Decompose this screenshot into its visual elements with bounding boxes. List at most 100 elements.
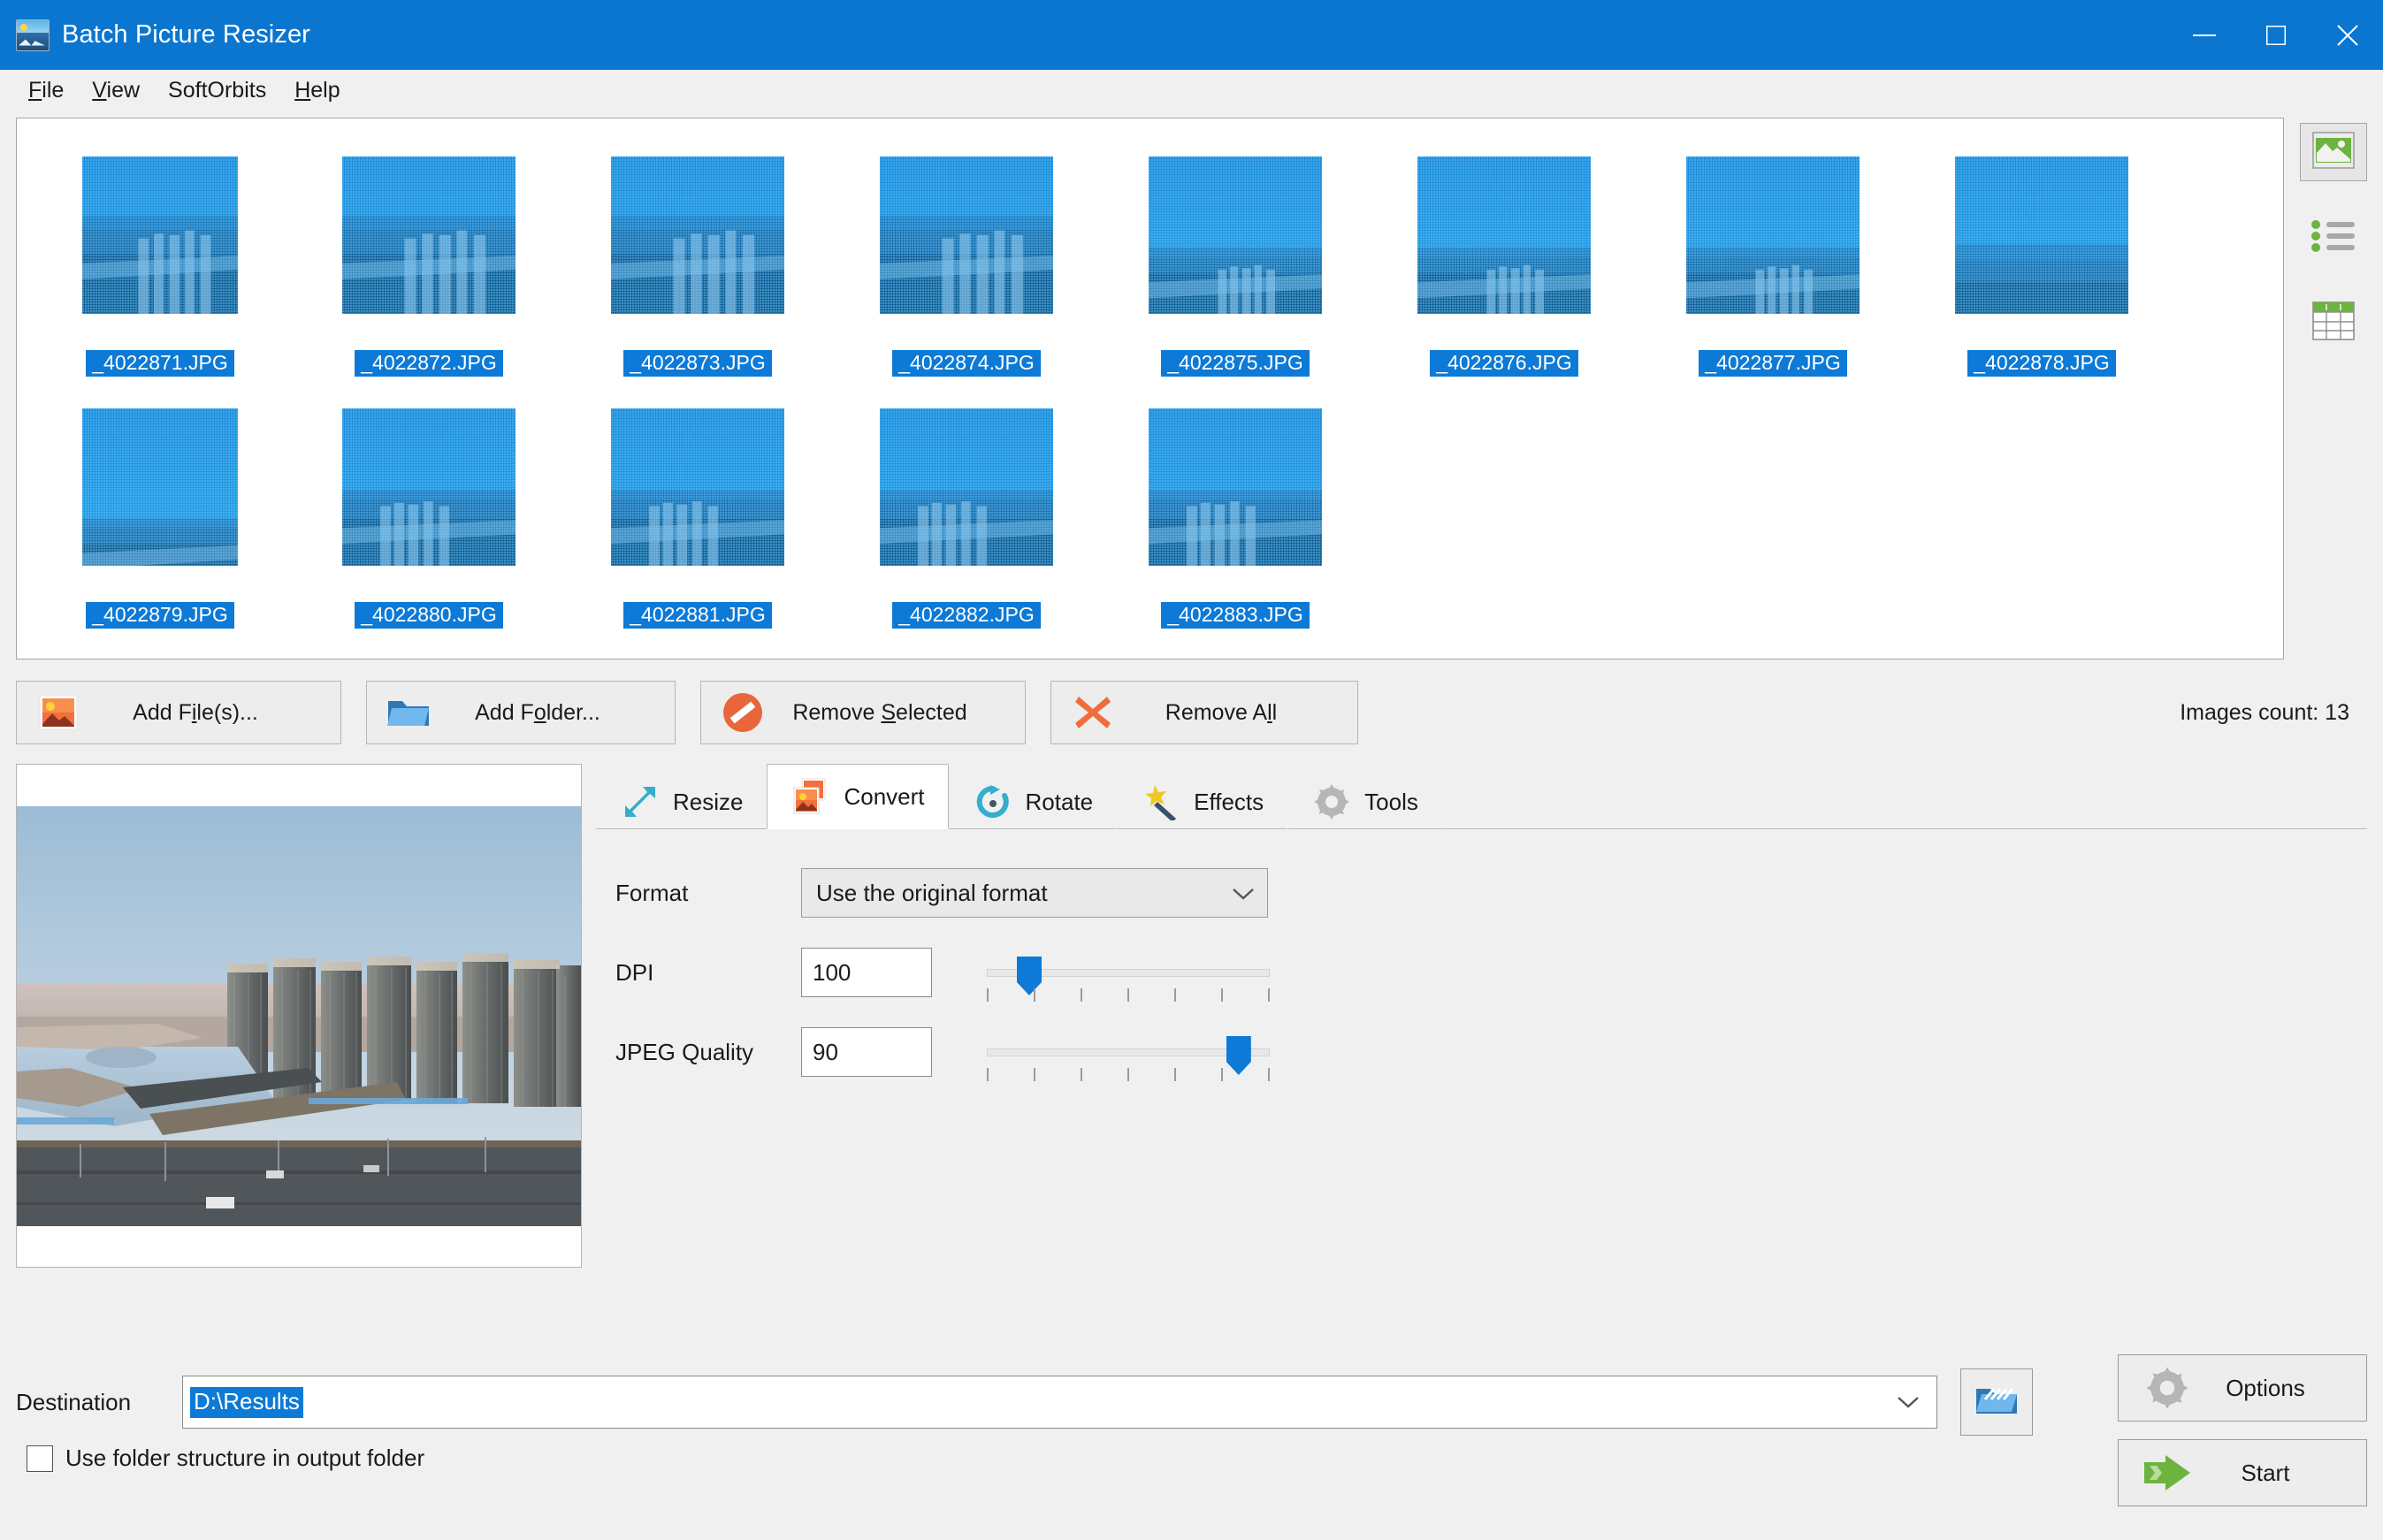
remove-all-button[interactable]: Remove All <box>1050 681 1358 744</box>
thumbnail-image <box>564 381 831 593</box>
tab-effects[interactable]: Effects <box>1117 774 1288 829</box>
menu-view[interactable]: View <box>78 76 154 105</box>
dpi-label: DPI <box>615 958 654 986</box>
start-button[interactable]: Start <box>2118 1439 2367 1506</box>
thumbnail-item[interactable]: _4022880.JPG <box>294 377 563 629</box>
thumbnail-view-button[interactable] <box>2300 123 2367 181</box>
thumbnail-image <box>833 129 1100 341</box>
list-icon <box>2310 219 2356 257</box>
thumbnail-label: _4022881.JPG <box>623 602 772 629</box>
red-x-icon <box>1067 691 1119 734</box>
thumbnail-label: _4022883.JPG <box>1161 602 1310 629</box>
destination-dropdown-icon[interactable] <box>1889 1395 1928 1409</box>
preview-image <box>17 805 581 1226</box>
destination-label: Destination <box>16 1388 132 1415</box>
magic-wand-icon <box>1141 781 1181 822</box>
tab-tools[interactable]: Tools <box>1287 774 1442 829</box>
jpeg-quality-slider-ticks <box>987 1068 1270 1082</box>
thumbnail-item[interactable]: _4022872.JPG <box>294 126 563 377</box>
thumbnail-item[interactable]: _4022871.JPG <box>26 126 294 377</box>
thumbnail-image <box>1102 129 1369 341</box>
chevron-down-icon <box>1232 880 1255 907</box>
maximize-button[interactable] <box>2240 0 2311 70</box>
thumbnail-item[interactable]: _4022878.JPG <box>1907 126 2176 377</box>
format-select[interactable]: Use the original format <box>801 868 1268 918</box>
application-window: Batch Picture Resizer File View SoftOrbi… <box>0 0 2383 1540</box>
use-folder-structure-label: Use folder structure in output folder <box>65 1445 425 1471</box>
file-actions-toolbar: Add File(s)... Add Folder... Remove Sele… <box>16 681 2383 744</box>
green-arrow-icon <box>2136 1453 2198 1492</box>
use-folder-structure-checkbox[interactable]: Use folder structure in output folder <box>27 1445 424 1472</box>
minimize-button[interactable] <box>2168 0 2240 70</box>
gear-icon <box>1311 781 1352 822</box>
jpeg-quality-input[interactable]: 90 <box>801 1027 932 1077</box>
tab-rotate[interactable]: Rotate <box>948 774 1118 829</box>
convert-image-icon <box>791 776 831 817</box>
rotate-icon <box>973 781 1013 822</box>
thumbnail-item[interactable]: _4022875.JPG <box>1101 126 1370 377</box>
folder-icon <box>383 694 434 731</box>
thumbnail-item[interactable]: _4022879.JPG <box>26 377 294 629</box>
format-row: Format Use the original format <box>615 868 2367 918</box>
thumbnail-item[interactable]: _4022877.JPG <box>1638 126 1907 377</box>
dpi-slider[interactable] <box>987 948 1270 1002</box>
thumbnail-item[interactable]: _4022874.JPG <box>832 126 1101 377</box>
thumbnail-label: _4022880.JPG <box>355 602 503 629</box>
remove-all-label: Remove All <box>1165 699 1278 725</box>
thumbnail-image <box>1639 129 1906 341</box>
browse-folder-button[interactable] <box>1960 1368 2033 1436</box>
thumbnail-label: _4022875.JPG <box>1161 350 1310 377</box>
thumbnail-image <box>564 129 831 341</box>
list-view-button[interactable] <box>2301 210 2366 266</box>
window-title: Batch Picture Resizer <box>62 20 310 49</box>
jpeg-quality-slider[interactable] <box>987 1027 1270 1081</box>
add-folder-label: Add Folder... <box>475 699 600 725</box>
thumbnail-item[interactable]: _4022883.JPG <box>1101 377 1370 629</box>
tab-resize[interactable]: Resize <box>596 774 768 829</box>
title-bar: Batch Picture Resizer <box>0 0 2383 70</box>
table-icon <box>2312 301 2355 345</box>
format-label: Format <box>615 879 689 906</box>
jpeg-quality-label: JPEG Quality <box>615 1038 754 1065</box>
thumbnail-image <box>1371 129 1638 341</box>
options-button[interactable]: Options <box>2118 1354 2367 1422</box>
tab-effects-label: Effects <box>1194 788 1264 815</box>
checkbox-box[interactable] <box>27 1445 53 1472</box>
menu-softorbits[interactable]: SoftOrbits <box>154 76 280 105</box>
thumbnail-item[interactable]: _4022876.JPG <box>1370 126 1638 377</box>
menu-bar: File View SoftOrbits Help <box>0 70 2383 111</box>
add-files-label: Add File(s)... <box>133 699 258 725</box>
thumbnail-image <box>27 381 294 593</box>
menu-help[interactable]: Help <box>280 76 354 105</box>
thumbnail-list[interactable]: _4022871.JPG _4022872.JPG _4022873.JPG _402… <box>16 118 2284 659</box>
view-mode-strip <box>2293 118 2374 659</box>
tab-convert-label: Convert <box>844 782 925 810</box>
close-button[interactable] <box>2311 0 2383 70</box>
thumbnail-image <box>1908 129 2175 341</box>
remove-selected-button[interactable]: Remove Selected <box>700 681 1026 744</box>
thumbnail-label: _4022878.JPG <box>1967 350 2116 377</box>
thumbnail-label: _4022872.JPG <box>355 350 503 377</box>
jpeg-quality-row: JPEG Quality 90 <box>615 1027 2367 1081</box>
dpi-input[interactable]: 100 <box>801 948 932 997</box>
thumbnail-item[interactable]: _4022882.JPG <box>832 377 1101 629</box>
details-view-button[interactable] <box>2301 294 2366 351</box>
thumbnail-label: _4022879.JPG <box>86 602 234 629</box>
preview-panel <box>16 764 582 1268</box>
destination-input[interactable]: D:\Results <box>182 1376 1937 1429</box>
thumbnail-item[interactable]: _4022873.JPG <box>563 126 832 377</box>
tab-convert[interactable]: Convert <box>767 764 949 829</box>
no-entry-icon <box>717 691 768 734</box>
thumbnail-label: _4022876.JPG <box>1430 350 1578 377</box>
thumbnail-item[interactable]: _4022881.JPG <box>563 377 832 629</box>
thumbnail-label: _4022874.JPG <box>892 350 1041 377</box>
menu-file[interactable]: File <box>14 76 78 105</box>
tab-resize-label: Resize <box>673 788 744 815</box>
thumbnail-image <box>833 381 1100 593</box>
tab-rotate-label: Rotate <box>1025 788 1094 815</box>
primary-actions: Options Start <box>2118 1354 2367 1506</box>
add-files-button[interactable]: Add File(s)... <box>16 681 341 744</box>
add-folder-button[interactable]: Add Folder... <box>366 681 676 744</box>
thumbnail-image <box>1102 381 1369 593</box>
output-bar: Destination D:\Results Use folder struct… <box>0 1340 2383 1540</box>
